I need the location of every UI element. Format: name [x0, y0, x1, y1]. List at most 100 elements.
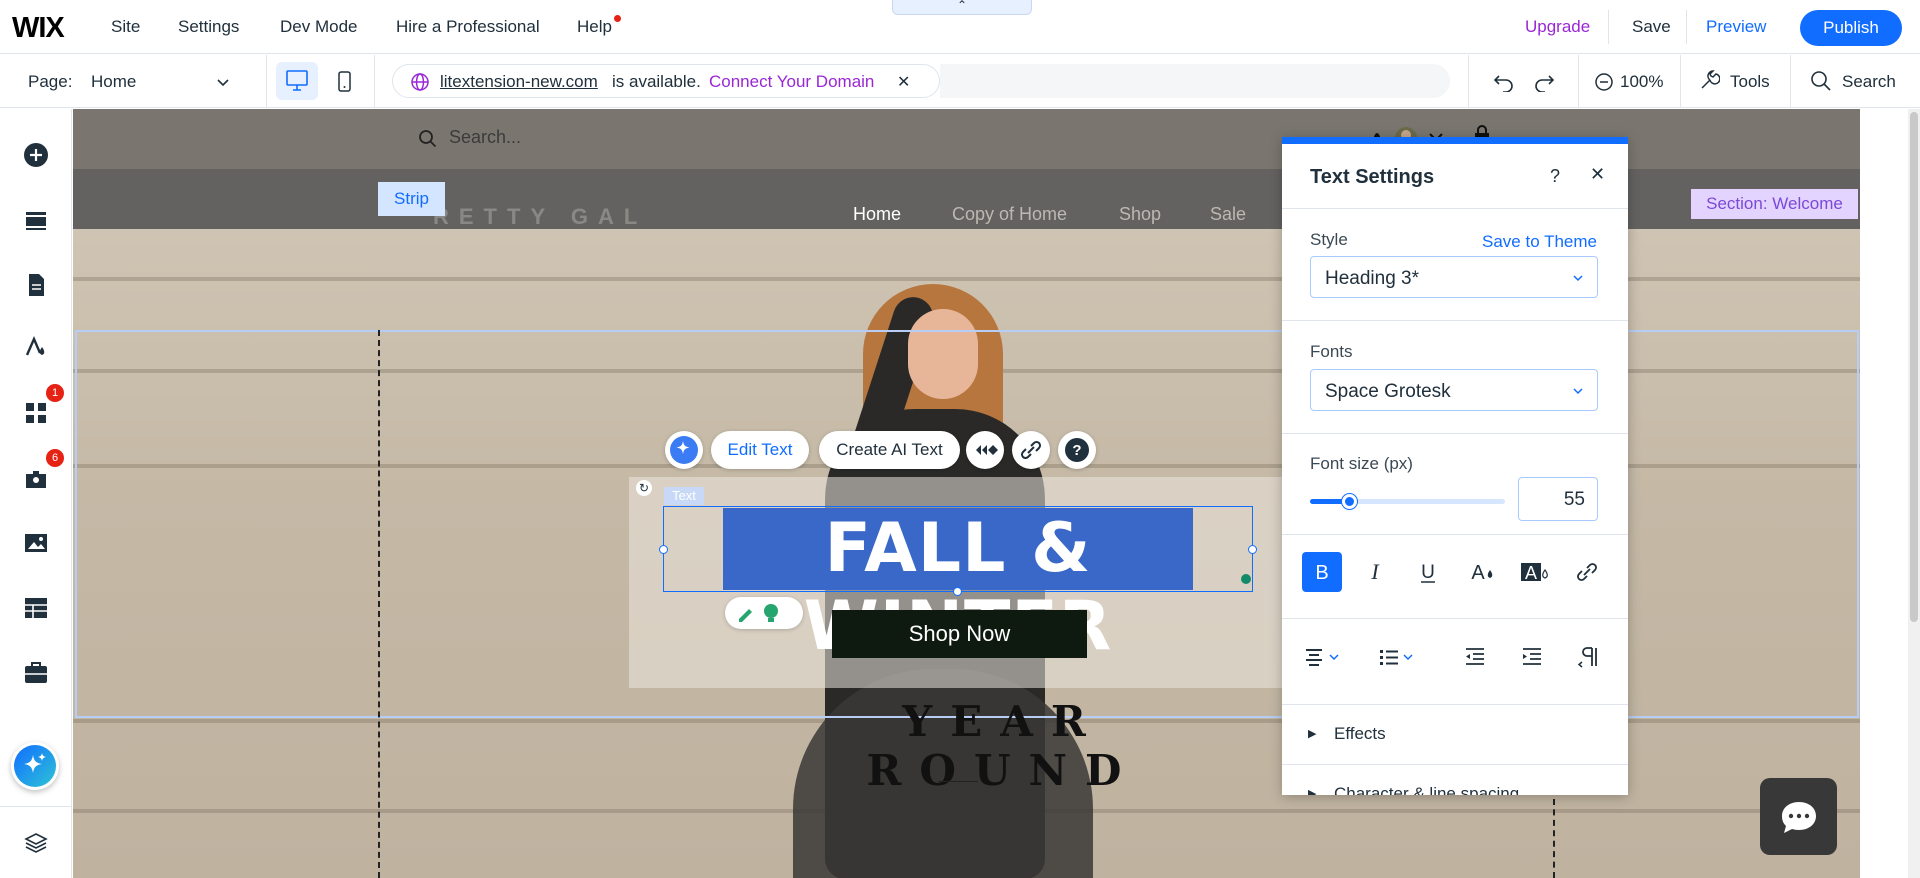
tools-button[interactable]: Tools [1730, 72, 1770, 92]
resize-handle[interactable] [953, 587, 962, 596]
text-direction-button[interactable] [1574, 642, 1604, 672]
style-value: Heading 3* [1325, 268, 1420, 289]
menu-dev-mode[interactable]: Dev Mode [280, 17, 357, 37]
divider [0, 806, 72, 807]
chevron-down-icon[interactable] [215, 74, 231, 90]
caret-right-icon: ▶ [1308, 728, 1317, 740]
ai-assistant-button[interactable] [11, 742, 59, 790]
italic-button[interactable]: I [1355, 552, 1395, 592]
menu-settings[interactable]: Settings [178, 17, 239, 37]
apps-icon[interactable] [23, 400, 49, 426]
divider [1282, 433, 1628, 434]
scrollbar-thumb[interactable] [1910, 112, 1918, 622]
text-color-button[interactable]: A [1461, 552, 1501, 592]
domain-available-text: is available. [612, 72, 701, 91]
chat-button[interactable] [1760, 778, 1837, 855]
sections-icon[interactable] [23, 207, 49, 233]
ai-pen-bulb-icons [739, 604, 778, 622]
link-button[interactable] [1012, 431, 1050, 469]
site-search-input[interactable]: Search... [449, 127, 521, 148]
publish-button[interactable]: Publish [1800, 10, 1902, 46]
menu-hire-professional[interactable]: Hire a Professional [396, 17, 540, 37]
resize-handle[interactable] [659, 545, 668, 554]
chevron-down-icon [1573, 275, 1583, 282]
menu-help[interactable]: Help [577, 17, 612, 37]
media-icon[interactable] [23, 530, 49, 556]
divider [1686, 10, 1687, 44]
gridline [378, 330, 380, 878]
close-icon[interactable]: ✕ [897, 72, 910, 92]
animation-button[interactable] [966, 431, 1004, 469]
resize-handle[interactable] [1248, 545, 1257, 554]
search-icon[interactable] [1810, 70, 1832, 92]
desktop-view-button[interactable] [276, 62, 318, 100]
list-dropdown[interactable] [1376, 642, 1426, 672]
text-settings-panel: Text Settings ? ✕ Style Save to Theme He… [1282, 137, 1628, 795]
zoom-out-icon[interactable] [1594, 72, 1614, 92]
design-icon[interactable] [23, 335, 49, 361]
collapse-topbar-tab[interactable]: ⌃ [892, 0, 1032, 15]
pages-icon[interactable] [23, 272, 49, 298]
cms-icon[interactable] [23, 595, 49, 621]
add-elements-icon[interactable] [23, 142, 49, 168]
divider [1790, 55, 1791, 108]
upgrade-link[interactable]: Upgrade [1525, 17, 1590, 37]
font-size-slider[interactable] [1310, 494, 1505, 509]
link-button[interactable] [1567, 552, 1607, 592]
nav-shop[interactable]: Shop [1119, 204, 1161, 225]
bullet-list-icon [1380, 650, 1413, 665]
business-apps-icon[interactable] [23, 465, 49, 491]
slider-knob[interactable] [1342, 494, 1357, 509]
font-dropdown[interactable]: Space Grotesk [1310, 369, 1598, 411]
wix-logo[interactable]: WIX [12, 12, 65, 45]
character-spacing-section[interactable]: Character & line spacing [1334, 784, 1519, 795]
bold-icon: B [1315, 562, 1328, 584]
effects-section[interactable]: Effects [1334, 724, 1386, 744]
portfolio-icon[interactable] [23, 660, 49, 686]
zoom-level[interactable]: 100% [1620, 72, 1663, 92]
redo-icon[interactable] [1532, 72, 1556, 92]
style-dropdown[interactable]: Heading 3* [1310, 256, 1598, 298]
decrease-indent-button[interactable] [1460, 642, 1490, 672]
tools-icon[interactable] [1698, 70, 1720, 92]
highlight-button[interactable]: A [1514, 552, 1554, 592]
page-selector[interactable]: Home [91, 72, 136, 92]
nav-sale[interactable]: Sale [1210, 204, 1246, 225]
desktop-icon [286, 70, 308, 91]
menu-site[interactable]: Site [111, 17, 140, 37]
shop-now-button[interactable]: Shop Now [832, 610, 1087, 658]
connect-domain-link[interactable]: Connect Your Domain [709, 72, 874, 92]
mobile-view-button[interactable] [334, 70, 354, 94]
edit-text-button[interactable]: Edit Text [711, 431, 809, 469]
search-button[interactable]: Search [1842, 72, 1896, 92]
tagline-text[interactable]: YEAR ROUND [753, 697, 1253, 795]
rotate-icon[interactable]: ↻ [636, 480, 652, 496]
bold-button[interactable]: B [1302, 552, 1342, 592]
font-size-input[interactable]: 55 [1518, 477, 1598, 521]
section-tag[interactable]: Section: Welcome [1691, 189, 1858, 219]
layers-icon[interactable] [23, 830, 49, 856]
create-ai-text-button[interactable]: Create AI Text [819, 431, 960, 469]
undo-icon[interactable] [1492, 72, 1516, 92]
save-button[interactable]: Save [1632, 17, 1671, 37]
domain-name-link[interactable]: litextension-new.com [440, 72, 598, 92]
strip-tag[interactable]: Strip [378, 182, 445, 216]
anchor-dot[interactable] [1241, 574, 1251, 584]
save-to-theme-link[interactable]: Save to Theme [1482, 232, 1597, 252]
nav-copy-of-home[interactable]: Copy of Home [952, 204, 1067, 225]
preview-button[interactable]: Preview [1706, 17, 1766, 37]
close-icon[interactable]: ✕ [1590, 164, 1605, 185]
divider [1282, 618, 1628, 619]
apps-badge: 1 [46, 384, 64, 402]
underline-button[interactable]: U [1408, 552, 1448, 592]
nav-home[interactable]: Home [853, 204, 901, 225]
help-icon: ? [1065, 438, 1089, 462]
help-icon[interactable]: ? [1550, 166, 1560, 187]
ai-sparkle-button[interactable] [665, 431, 703, 469]
help-button[interactable]: ? [1058, 431, 1096, 469]
increase-indent-button[interactable] [1517, 642, 1547, 672]
ai-tools-mini[interactable] [725, 597, 803, 629]
chevron-up-icon: ⌃ [956, 0, 968, 12]
site-brand[interactable]: RETTY GAL [433, 204, 647, 230]
alignment-dropdown[interactable] [1302, 642, 1352, 672]
